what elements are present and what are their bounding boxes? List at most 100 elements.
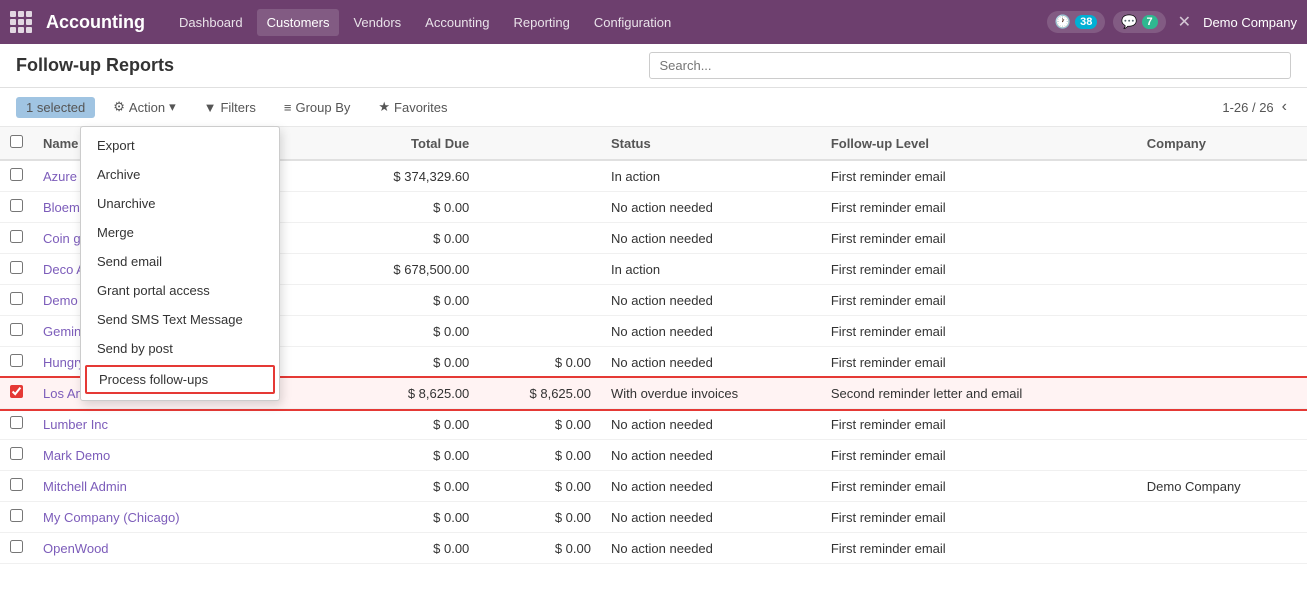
table-row: Mitchell Admin $ 0.00 $ 0.00 No action n…: [0, 471, 1307, 502]
row-checkbox-cell[interactable]: [0, 471, 33, 502]
table-row: Mark Demo $ 0.00 $ 0.00 No action needed…: [0, 440, 1307, 471]
row-checkbox-cell[interactable]: [0, 285, 33, 316]
favorites-button[interactable]: ★ Favorites: [368, 94, 457, 120]
row-checkbox[interactable]: [10, 478, 23, 491]
row-checkbox[interactable]: [10, 199, 23, 212]
row-checkbox-cell[interactable]: [0, 223, 33, 254]
row-followup-level: First reminder email: [821, 192, 1137, 223]
apps-menu-button[interactable]: [10, 11, 32, 33]
row-name[interactable]: My Company (Chicago): [33, 502, 336, 533]
search-input[interactable]: [649, 52, 1292, 79]
group-by-label: Group By: [295, 100, 350, 115]
row-status: With overdue invoices: [601, 378, 821, 409]
nav-reporting[interactable]: Reporting: [504, 9, 580, 36]
row-checkbox-cell[interactable]: [0, 533, 33, 564]
row-company: [1137, 378, 1307, 409]
row-company: [1137, 502, 1307, 533]
nav-vendors[interactable]: Vendors: [343, 9, 411, 36]
row-checkbox-cell[interactable]: [0, 192, 33, 223]
nav-configuration[interactable]: Configuration: [584, 9, 681, 36]
nav-accounting[interactable]: Accounting: [415, 9, 499, 36]
row-checkbox-cell[interactable]: [0, 440, 33, 471]
close-button[interactable]: ✕: [1174, 8, 1195, 36]
row-status: In action: [601, 160, 821, 192]
action-unarchive[interactable]: Unarchive: [81, 189, 279, 218]
row-name[interactable]: Lumber Inc: [33, 409, 336, 440]
nav-dashboard[interactable]: Dashboard: [169, 9, 253, 36]
row-checkbox-cell[interactable]: [0, 378, 33, 409]
filter-icon: ▼: [204, 100, 217, 115]
row-name[interactable]: Mitchell Admin: [33, 471, 336, 502]
filters-button[interactable]: ▼ Filters: [194, 95, 266, 120]
row-status: No action needed: [601, 471, 821, 502]
list-icon: ≡: [284, 100, 292, 115]
action-merge[interactable]: Merge: [81, 218, 279, 247]
row-checkbox-cell[interactable]: [0, 409, 33, 440]
row-checkbox-cell[interactable]: [0, 254, 33, 285]
app-logo: Accounting: [46, 12, 145, 33]
row-company: [1137, 316, 1307, 347]
select-all-checkbox[interactable]: [10, 135, 23, 148]
row-checkbox-cell[interactable]: [0, 316, 33, 347]
select-all-checkbox-header[interactable]: [0, 127, 33, 160]
row-company: [1137, 533, 1307, 564]
action-send-by-post[interactable]: Send by post: [81, 334, 279, 363]
row-checkbox[interactable]: [10, 168, 23, 181]
row-status: No action needed: [601, 502, 821, 533]
row-overdue: $ 0.00: [479, 533, 601, 564]
company-name[interactable]: Demo Company: [1203, 15, 1297, 30]
row-status: No action needed: [601, 316, 821, 347]
row-status: No action needed: [601, 223, 821, 254]
pagination-text: 1-26 / 26: [1222, 100, 1273, 115]
messages-badge: 7: [1142, 15, 1158, 29]
row-checkbox[interactable]: [10, 261, 23, 274]
action-send-sms[interactable]: Send SMS Text Message: [81, 305, 279, 334]
action-dropdown: Export Archive Unarchive Merge Send emai…: [80, 126, 280, 401]
activity-button[interactable]: 🕐 38: [1047, 11, 1105, 33]
action-archive[interactable]: Archive: [81, 160, 279, 189]
row-status: No action needed: [601, 347, 821, 378]
row-checkbox[interactable]: [10, 509, 23, 522]
row-followup-level: First reminder email: [821, 285, 1137, 316]
col-status: Status: [601, 127, 821, 160]
filters-label: Filters: [220, 100, 255, 115]
pagination: 1-26 / 26 ‹: [1222, 96, 1291, 118]
col-total-due: Total Due: [336, 127, 479, 160]
row-name[interactable]: OpenWood: [33, 533, 336, 564]
group-by-button[interactable]: ≡ Group By: [274, 95, 361, 120]
row-followup-level: First reminder email: [821, 409, 1137, 440]
action-send-email[interactable]: Send email: [81, 247, 279, 276]
nav-customers[interactable]: Customers: [257, 9, 340, 36]
action-button[interactable]: ⚙ Action ▾: [103, 94, 185, 120]
row-checkbox[interactable]: [10, 447, 23, 460]
row-checkbox-cell[interactable]: [0, 347, 33, 378]
row-checkbox[interactable]: [10, 323, 23, 336]
row-checkbox-cell[interactable]: [0, 502, 33, 533]
chevron-down-icon: ▾: [169, 99, 176, 115]
row-checkbox[interactable]: [10, 354, 23, 367]
action-process-followups[interactable]: Process follow-ups: [85, 365, 275, 394]
row-total-due: $ 374,329.60: [336, 160, 479, 192]
row-checkbox[interactable]: [10, 385, 23, 398]
row-checkbox[interactable]: [10, 230, 23, 243]
row-checkbox[interactable]: [10, 540, 23, 553]
table-row: My Company (Chicago) $ 0.00 $ 0.00 No ac…: [0, 502, 1307, 533]
row-name[interactable]: Mark Demo: [33, 440, 336, 471]
row-total-due: $ 0.00: [336, 347, 479, 378]
row-overdue: [479, 254, 601, 285]
row-status: No action needed: [601, 533, 821, 564]
row-total-due: $ 0.00: [336, 285, 479, 316]
row-total-due: $ 0.00: [336, 316, 479, 347]
row-followup-level: First reminder email: [821, 254, 1137, 285]
row-overdue: $ 8,625.00: [479, 378, 601, 409]
row-checkbox[interactable]: [10, 292, 23, 305]
chat-icon: 💬: [1121, 14, 1137, 30]
row-checkbox-cell[interactable]: [0, 160, 33, 192]
action-grant-portal-access[interactable]: Grant portal access: [81, 276, 279, 305]
action-export[interactable]: Export: [81, 131, 279, 160]
row-total-due: $ 0.00: [336, 440, 479, 471]
row-checkbox[interactable]: [10, 416, 23, 429]
row-total-due: $ 0.00: [336, 533, 479, 564]
pagination-prev-button[interactable]: ‹: [1278, 96, 1291, 118]
messages-button[interactable]: 💬 7: [1113, 11, 1165, 33]
